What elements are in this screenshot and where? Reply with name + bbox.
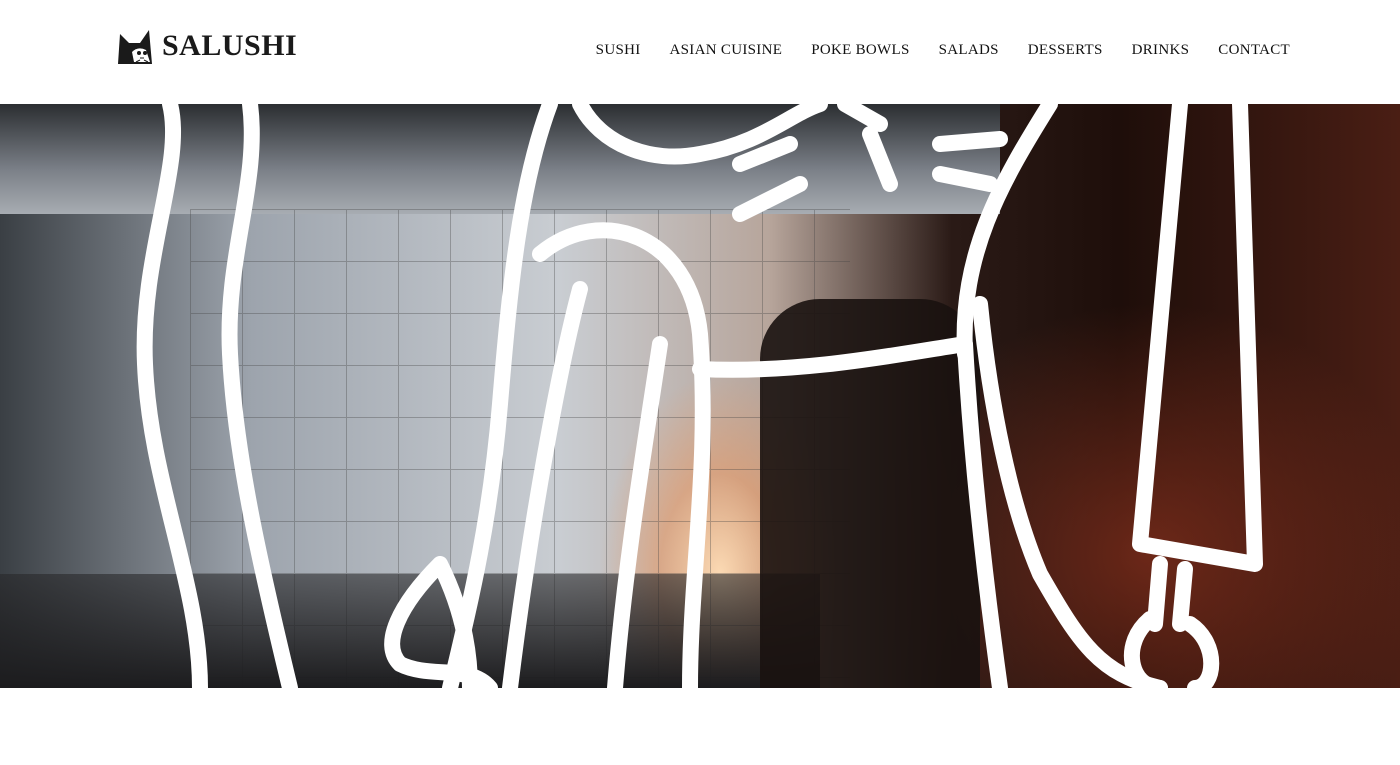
nav-salads[interactable]: SALADS bbox=[939, 42, 999, 59]
nav-drinks[interactable]: DRINKS bbox=[1132, 42, 1190, 59]
nav-poke-bowls[interactable]: POKE BOWLS bbox=[811, 42, 909, 59]
logo-link[interactable]: SALUSHI bbox=[116, 28, 297, 64]
line-art-stroke bbox=[932, 104, 1058, 362]
main-nav: SUSHI ASIAN CUISINE POKE BOWLS SALADS DE… bbox=[596, 42, 1290, 59]
site-header: SALUSHI SUSHI ASIAN CUISINE POKE BOWLS S… bbox=[0, 0, 1400, 104]
line-art-stroke bbox=[1132, 104, 1263, 572]
logo-text: SALUSHI bbox=[162, 29, 298, 62]
line-art-stroke bbox=[502, 281, 588, 688]
line-art-stroke bbox=[692, 336, 1008, 688]
hero-image bbox=[0, 104, 1400, 688]
nav-asian-cuisine[interactable]: ASIAN CUISINE bbox=[670, 42, 783, 59]
line-art-stroke bbox=[442, 104, 558, 688]
line-art-stroke bbox=[1147, 556, 1193, 632]
nav-contact[interactable]: CONTACT bbox=[1218, 42, 1290, 59]
nav-desserts[interactable]: DESSERTS bbox=[1028, 42, 1103, 59]
line-art-stroke bbox=[136, 104, 208, 688]
cat-logo-icon bbox=[118, 30, 152, 64]
nav-sushi[interactable]: SUSHI bbox=[596, 42, 641, 59]
line-art-stroke bbox=[732, 104, 898, 222]
line-art-overlay bbox=[136, 104, 1263, 688]
page-content-area bbox=[0, 688, 1400, 765]
line-art-stroke bbox=[1124, 611, 1220, 688]
line-art-stroke bbox=[221, 104, 298, 688]
line-art-stroke bbox=[607, 336, 668, 688]
